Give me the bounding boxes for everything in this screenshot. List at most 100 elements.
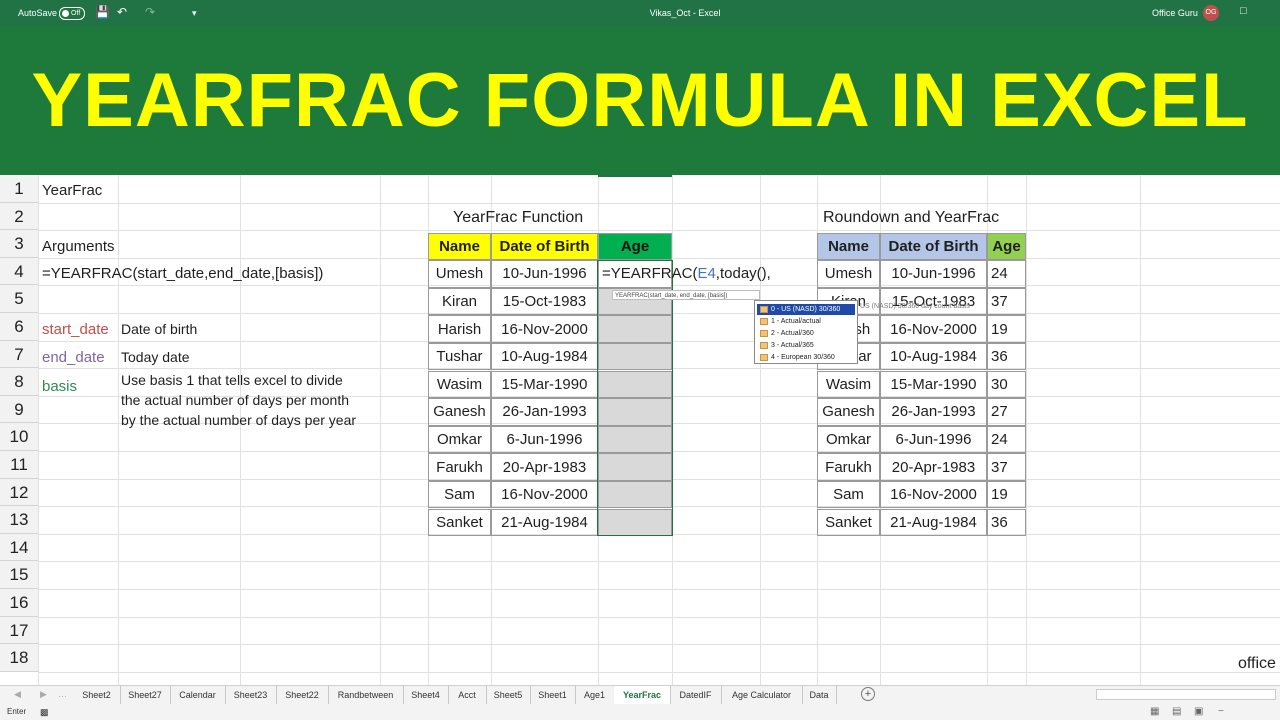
table1-name-cell[interactable]: Farukh <box>428 453 491 481</box>
table1-name-cell[interactable]: Omkar <box>428 425 491 454</box>
table2-age-cell[interactable]: 24 <box>987 260 1026 288</box>
normal-view-icon[interactable]: ▦ <box>1150 706 1159 717</box>
sheet-tab[interactable]: Age Calculator <box>721 686 803 704</box>
table2-dob-cell[interactable]: 10-Aug-1984 <box>880 342 987 371</box>
row-header[interactable]: 6 <box>0 313 38 341</box>
row-header[interactable]: 8 <box>0 368 38 396</box>
ribbon-display-icon[interactable]: □ <box>1240 5 1247 17</box>
worksheet-grid[interactable]: 1 2 3 4 5 6 7 8 9 10 11 12 13 14 15 16 17 18 YearFrac Arg… <box>0 175 1280 685</box>
row-header[interactable]: 2 <box>0 202 38 231</box>
table1-dob-cell[interactable]: 10-Aug-1984 <box>491 342 598 371</box>
row-header[interactable]: 12 <box>0 478 38 507</box>
basis-option[interactable]: 4 - European 30/360 <box>757 352 855 363</box>
table2-age-cell[interactable]: 19 <box>987 480 1026 509</box>
table2-age-cell[interactable]: 37 <box>987 453 1026 481</box>
basis-option[interactable]: 1 - Actual/actual <box>757 316 855 327</box>
row-header[interactable]: 11 <box>0 451 38 479</box>
sheet-tab[interactable]: Sheet27 <box>120 686 171 704</box>
page-layout-icon[interactable]: ▤ <box>1172 706 1181 717</box>
sheet-tab[interactable]: Acct <box>448 686 487 704</box>
row-header[interactable]: 17 <box>0 616 38 645</box>
row-header[interactable]: 10 <box>0 423 38 451</box>
sheet-tab[interactable]: Sheet2 <box>73 686 121 704</box>
table2-age-cell[interactable]: 36 <box>987 508 1026 537</box>
add-sheet-icon[interactable]: + <box>861 687 875 701</box>
table1-dob-cell[interactable]: 21-Aug-1984 <box>491 508 598 537</box>
table2-dob-cell[interactable]: 16-Nov-2000 <box>880 480 987 509</box>
row-header[interactable]: 7 <box>0 340 38 369</box>
table1-name-cell[interactable]: Umesh <box>428 260 491 288</box>
table2-name-cell[interactable]: Sam <box>817 480 880 509</box>
table2-dob-cell[interactable]: 20-Apr-1983 <box>880 453 987 481</box>
sheet-tab[interactable]: Sheet23 <box>225 686 277 704</box>
table2-age-cell[interactable]: 19 <box>987 315 1026 343</box>
table2-age-cell[interactable]: 30 <box>987 370 1026 399</box>
table1-name-cell[interactable]: Wasim <box>428 370 491 399</box>
sheet-tab[interactable]: YearFrac <box>614 686 671 706</box>
table1-name-cell[interactable]: Ganesh <box>428 398 491 426</box>
table2-dob-cell[interactable]: 21-Aug-1984 <box>880 508 987 537</box>
basis-option[interactable]: 3 - Actual/365 <box>757 340 855 351</box>
row-header[interactable]: 13 <box>0 506 38 534</box>
table2-dob-cell[interactable]: 16-Nov-2000 <box>880 315 987 343</box>
table2-dob-cell[interactable]: 10-Jun-1996 <box>880 260 987 288</box>
table2-dob-cell[interactable]: 26-Jan-1993 <box>880 398 987 426</box>
row-header[interactable]: 9 <box>0 395 38 424</box>
sheet-tab[interactable]: Sheet4 <box>403 686 449 704</box>
sheet-tab[interactable]: Calendar <box>170 686 226 704</box>
table2-age-cell[interactable]: 27 <box>987 398 1026 426</box>
table1-name-cell[interactable]: Sam <box>428 480 491 509</box>
table2-name-cell[interactable]: Sanket <box>817 508 880 537</box>
sheet-tab[interactable]: Data <box>802 686 837 704</box>
row-header[interactable]: 1 <box>0 175 38 203</box>
sheet-tab[interactable]: Age1 <box>575 686 615 704</box>
table2-name-cell[interactable]: Omkar <box>817 425 880 454</box>
sheet-tab[interactable]: DatedIF <box>670 686 722 704</box>
basis-autocomplete-list[interactable]: 0 - US (NASD) 30/360 1 - Actual/actual 2 -… <box>754 300 858 364</box>
formula-edit-cell[interactable]: =YEARFRAC(E4,today(), <box>602 265 771 282</box>
table1-dob-cell[interactable]: 6-Jun-1996 <box>491 425 598 454</box>
basis-option[interactable]: 0 - US (NASD) 30/360 <box>757 304 855 315</box>
table1-name-cell[interactable]: Kiran <box>428 287 491 316</box>
row-header[interactable]: 18 <box>0 644 38 672</box>
table1-name-cell[interactable]: Harish <box>428 315 491 343</box>
more-tabs-icon[interactable]: … <box>58 689 67 699</box>
table1-name-cell[interactable]: Tushar <box>428 342 491 371</box>
row-header[interactable]: 3 <box>0 230 38 258</box>
table1-dob-cell[interactable]: 26-Jan-1993 <box>491 398 598 426</box>
user-avatar[interactable]: OG <box>1203 5 1219 21</box>
row-header[interactable]: 4 <box>0 257 38 286</box>
table1-dob-cell[interactable]: 16-Nov-2000 <box>491 480 598 509</box>
tab-scroll-left-icon[interactable]: ◀ <box>14 689 21 700</box>
table2-age-cell[interactable]: 24 <box>987 425 1026 454</box>
table1-dob-cell[interactable]: 16-Nov-2000 <box>491 315 598 343</box>
table1-dob-cell[interactable]: 15-Oct-1983 <box>491 287 598 316</box>
table1-name-cell[interactable]: Sanket <box>428 508 491 537</box>
table2-name-cell[interactable]: Umesh <box>817 260 880 288</box>
table2-name-cell[interactable]: Farukh <box>817 453 880 481</box>
row-header[interactable]: 16 <box>0 589 38 617</box>
zoom-out-icon[interactable]: − <box>1218 706 1224 717</box>
table2-name-cell[interactable]: Ganesh <box>817 398 880 426</box>
page-break-icon[interactable]: ▣ <box>1194 706 1203 717</box>
row-header[interactable]: 14 <box>0 533 38 562</box>
table2-dob-cell[interactable]: 15-Mar-1990 <box>880 370 987 399</box>
horizontal-scrollbar[interactable] <box>1096 689 1276 700</box>
table1-dob-cell[interactable]: 10-Jun-1996 <box>491 260 598 288</box>
macro-record-icon[interactable]: ▩ <box>40 707 49 718</box>
table2-age-cell[interactable]: 36 <box>987 342 1026 371</box>
table2-dob-cell[interactable]: 15-Oct-1983 <box>880 287 987 316</box>
basis-option[interactable]: 2 - Actual/360 <box>757 328 855 339</box>
tab-scroll-right-icon[interactable]: ▶ <box>40 689 47 700</box>
row-header[interactable]: 15 <box>0 561 38 589</box>
table2-dob-cell[interactable]: 6-Jun-1996 <box>880 425 987 454</box>
table2-age-cell[interactable]: 37 <box>987 287 1026 316</box>
row-header[interactable]: 5 <box>0 285 38 313</box>
table2-name-cell[interactable]: Wasim <box>817 370 880 399</box>
sheet-tab[interactable]: Sheet5 <box>486 686 531 704</box>
table1-dob-cell[interactable]: 20-Apr-1983 <box>491 453 598 481</box>
sheet-tab[interactable]: Sheet22 <box>276 686 329 704</box>
table1-dob-cell[interactable]: 15-Mar-1990 <box>491 370 598 399</box>
sheet-tab[interactable]: Sheet1 <box>530 686 576 704</box>
sheet-tab[interactable]: Randbetween <box>328 686 404 704</box>
